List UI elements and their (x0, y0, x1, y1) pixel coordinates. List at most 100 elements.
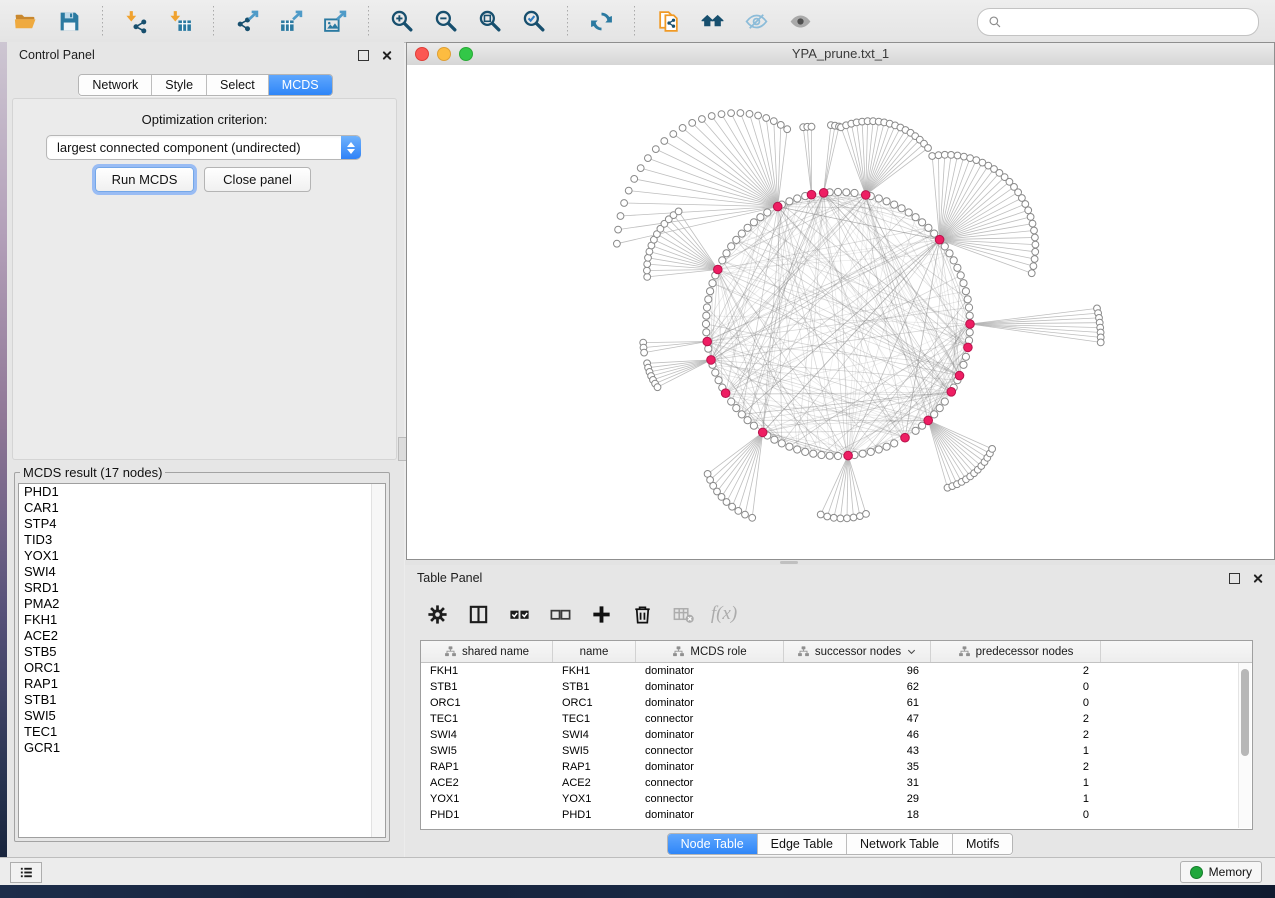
graph-hub-node[interactable] (714, 265, 723, 274)
graph-node[interactable] (818, 451, 825, 458)
graph-satellite-node[interactable] (935, 152, 942, 159)
graph-satellite-node[interactable] (637, 165, 644, 172)
graph-satellite-node[interactable] (625, 187, 632, 194)
graph-node[interactable] (957, 272, 964, 279)
graph-node[interactable] (728, 398, 735, 405)
graph-node[interactable] (733, 405, 740, 412)
graph-satellite-node[interactable] (1032, 241, 1039, 248)
graph-node[interactable] (950, 257, 957, 264)
graph-satellite-node[interactable] (1030, 263, 1037, 270)
network-graph[interactable] (407, 65, 1274, 559)
column-header-name[interactable]: name (553, 641, 636, 662)
add-row-icon[interactable] (585, 598, 617, 630)
import-network-icon[interactable] (119, 4, 153, 38)
graph-node[interactable] (733, 236, 740, 243)
graph-node[interactable] (738, 411, 745, 418)
graph-satellite-node[interactable] (989, 446, 996, 453)
table-row[interactable]: STB1STB1dominator620 (421, 679, 1252, 695)
graph-node[interactable] (965, 304, 972, 311)
graph-node[interactable] (834, 188, 841, 195)
graph-satellite-node[interactable] (735, 508, 742, 515)
mcds-result-item[interactable]: ACE2 (19, 628, 385, 644)
graph-node[interactable] (905, 209, 912, 216)
graph-node[interactable] (962, 288, 969, 295)
graph-satellite-node[interactable] (763, 115, 770, 122)
mcds-list-scrollbar[interactable] (371, 484, 385, 837)
graph-node[interactable] (771, 436, 778, 443)
graph-hub-node[interactable] (964, 343, 973, 352)
graph-satellite-node[interactable] (615, 226, 622, 233)
graph-satellite-node[interactable] (1031, 227, 1038, 234)
graph-hub-node[interactable] (819, 189, 828, 198)
close-panel-button[interactable]: Close panel (204, 167, 311, 192)
graph-node[interactable] (728, 243, 735, 250)
zoom-in-icon[interactable] (385, 4, 419, 38)
search-input[interactable] (1008, 11, 1258, 33)
graph-satellite-node[interactable] (1027, 214, 1034, 221)
graph-node[interactable] (954, 264, 961, 271)
graph-node[interactable] (786, 198, 793, 205)
graph-node[interactable] (843, 189, 850, 196)
settings-icon[interactable] (421, 598, 453, 630)
task-history-button[interactable] (10, 862, 42, 883)
graph-satellite-node[interactable] (863, 511, 870, 518)
graph-satellite-node[interactable] (644, 267, 651, 274)
graph-satellite-node[interactable] (689, 120, 696, 127)
graph-node[interactable] (719, 257, 726, 264)
float-table-panel-icon[interactable] (1229, 573, 1240, 584)
tab-style[interactable]: Style (152, 75, 207, 95)
mcds-result-item[interactable]: SWI5 (19, 708, 385, 724)
graph-satellite-node[interactable] (948, 152, 955, 159)
graph-satellite-node[interactable] (941, 151, 948, 158)
graph-node[interactable] (712, 369, 719, 376)
mcds-result-item[interactable]: FKH1 (19, 612, 385, 628)
table-tab-motifs[interactable]: Motifs (953, 834, 1012, 854)
mcds-result-item[interactable]: PMA2 (19, 596, 385, 612)
graph-satellite-node[interactable] (837, 515, 844, 522)
graph-satellite-node[interactable] (699, 116, 706, 123)
table-row[interactable]: ORC1ORC1dominator610 (421, 695, 1252, 711)
graph-satellite-node[interactable] (645, 254, 652, 261)
graph-hub-node[interactable] (955, 371, 964, 380)
zoom-selected-icon[interactable] (517, 4, 551, 38)
table-tab-network-table[interactable]: Network Table (847, 834, 953, 854)
mcds-result-item[interactable]: YOX1 (19, 548, 385, 564)
function-builder-icon[interactable]: f(x) (708, 598, 740, 630)
tab-select[interactable]: Select (207, 75, 269, 95)
graph-node[interactable] (941, 398, 948, 405)
graph-satellite-node[interactable] (830, 514, 837, 521)
graph-node[interactable] (703, 312, 710, 319)
mcds-result-item[interactable]: RAP1 (19, 676, 385, 692)
graph-node[interactable] (883, 443, 890, 450)
graph-satellite-node[interactable] (755, 112, 762, 119)
graph-satellite-node[interactable] (631, 176, 638, 183)
graph-satellite-node[interactable] (844, 515, 851, 522)
graph-node[interactable] (966, 329, 973, 336)
mcds-result-item[interactable]: SWI4 (19, 564, 385, 580)
graph-node[interactable] (786, 443, 793, 450)
graph-hub-node[interactable] (758, 428, 767, 437)
graph-satellite-node[interactable] (777, 122, 784, 129)
zoom-fit-icon[interactable] (473, 4, 507, 38)
graph-node[interactable] (936, 405, 943, 412)
graph-node[interactable] (703, 329, 710, 336)
graph-node[interactable] (891, 440, 898, 447)
graph-node[interactable] (705, 296, 712, 303)
graph-satellite-node[interactable] (784, 126, 791, 133)
delete-row-icon[interactable] (626, 598, 658, 630)
graph-satellite-node[interactable] (1032, 248, 1039, 255)
graph-satellite-node[interactable] (929, 153, 936, 160)
graph-satellite-node[interactable] (621, 200, 628, 207)
graph-satellite-node[interactable] (770, 118, 777, 125)
mcds-result-item[interactable]: GCR1 (19, 740, 385, 756)
graph-satellite-node[interactable] (644, 261, 651, 268)
graph-node[interactable] (703, 304, 710, 311)
network-canvas[interactable] (407, 65, 1274, 559)
graph-node[interactable] (931, 411, 938, 418)
close-table-panel-icon[interactable] (1252, 573, 1263, 584)
graph-hub-node[interactable] (773, 202, 782, 211)
graph-satellite-node[interactable] (617, 213, 624, 220)
save-icon[interactable] (52, 4, 86, 38)
table-tab-edge-table[interactable]: Edge Table (758, 834, 847, 854)
graph-hub-node[interactable] (861, 191, 870, 200)
